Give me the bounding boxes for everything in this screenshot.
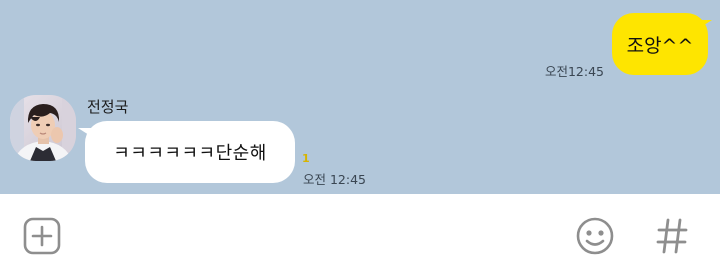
hashtag-search-button[interactable]	[652, 214, 692, 258]
incoming-message-text: ㅋㅋㅋㅋㅋㅋ단순해	[113, 143, 267, 164]
unread-count: 1	[302, 152, 310, 165]
outgoing-message-bubble[interactable]: 조앙^^	[612, 13, 708, 75]
avatar-image	[10, 95, 76, 161]
attach-button[interactable]	[22, 216, 62, 256]
sender-name: 전정국	[87, 98, 129, 116]
incoming-message-bubble[interactable]: ㅋㅋㅋㅋㅋㅋ단순해	[85, 121, 295, 183]
incoming-message-time: 오전 12:45	[303, 172, 366, 187]
message-input-bar	[0, 194, 720, 270]
chat-area[interactable]: 조앙^^ 오전12:45 전정국 ㅋㅋㅋㅋㅋㅋ단순해 1 오전 12:45	[0, 0, 720, 194]
plus-square-icon	[23, 217, 61, 255]
emoticon-button[interactable]	[574, 215, 616, 257]
sender-avatar[interactable]	[10, 95, 76, 161]
smiley-icon	[576, 217, 614, 255]
hashtag-icon	[656, 218, 688, 254]
outgoing-message-time: 오전12:45	[544, 64, 604, 79]
outgoing-message-text: 조앙^^	[626, 34, 694, 57]
